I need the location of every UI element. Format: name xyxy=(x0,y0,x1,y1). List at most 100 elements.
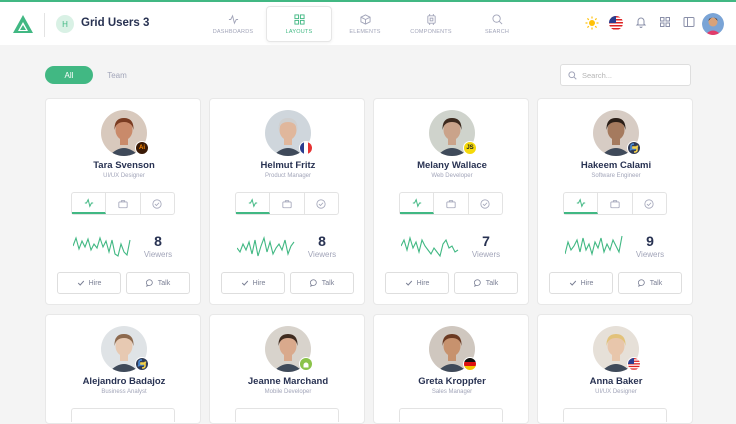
tab-activity[interactable] xyxy=(236,193,271,214)
sparkline-chart xyxy=(73,236,131,257)
cpu-icon xyxy=(426,13,436,25)
sun-icon[interactable] xyxy=(585,16,599,30)
activity-icon xyxy=(248,197,257,208)
tab-check[interactable] xyxy=(141,193,174,214)
filter-team-button[interactable]: Team xyxy=(93,66,141,84)
tab-elements[interactable]: ELEMENTS xyxy=(332,6,398,42)
user-card: Helmut Fritz Product Manager 8 Viewers Hire T… xyxy=(209,98,365,305)
talk-label: Talk xyxy=(321,279,335,287)
user-role: Sales Manager xyxy=(431,389,473,395)
skill-badge-icon: JS xyxy=(463,141,477,155)
user-name: Jeanne Marchand xyxy=(247,376,329,387)
user-card: Hakeem Calami Software Engineer 9 Viewers Hi… xyxy=(537,98,693,305)
check-circle-icon xyxy=(644,198,654,209)
top-navbar: H Grid Users 3 DASHBOARDS LAYOUTS ELEMEN… xyxy=(0,0,736,45)
check-icon xyxy=(569,280,576,286)
tab-search[interactable]: SEARCH xyxy=(464,6,530,42)
user-avatar[interactable] xyxy=(702,13,724,35)
viewers-label: Viewers xyxy=(471,250,501,259)
app-badge: H xyxy=(56,15,74,33)
user-name: Helmut Fritz xyxy=(260,160,316,171)
talk-label: Talk xyxy=(157,279,171,287)
search-input[interactable] xyxy=(582,69,682,81)
viewers-count: 9 xyxy=(646,233,654,249)
apps-grid-icon[interactable] xyxy=(659,16,671,28)
hire-label: Hire xyxy=(580,279,594,287)
tab-activity[interactable] xyxy=(400,193,435,214)
viewers-count: 8 xyxy=(154,233,162,249)
tab-label: DASHBOARDS xyxy=(212,28,254,35)
tab-activity[interactable] xyxy=(564,193,599,214)
box-icon xyxy=(359,13,371,25)
skill-badge-icon xyxy=(135,357,149,371)
grid-icon xyxy=(293,13,305,25)
user-card: JS Melany Wallace Web Developer 7 Viewers Hir… xyxy=(373,98,529,305)
hire-button[interactable]: Hire xyxy=(549,272,613,294)
check-icon xyxy=(405,280,412,286)
briefcase-icon xyxy=(118,199,128,208)
user-name: Melany Wallace xyxy=(417,160,487,171)
talk-button[interactable]: Talk xyxy=(290,272,354,294)
card-tabs xyxy=(563,192,667,215)
sidebar-icon[interactable] xyxy=(683,16,695,28)
tab-check[interactable] xyxy=(469,193,502,214)
chat-icon xyxy=(309,279,317,287)
bell-icon[interactable] xyxy=(635,16,647,28)
chat-icon xyxy=(473,279,481,287)
user-card: Greta Kroppfer Sales Manager xyxy=(373,314,529,424)
sparkline-chart xyxy=(401,235,459,258)
page-title: Grid Users 3 xyxy=(81,17,150,29)
card-tabs xyxy=(235,408,339,422)
search-icon xyxy=(491,13,502,24)
search-icon xyxy=(568,71,577,80)
user-role: UI/UX Designer xyxy=(595,389,637,395)
main-nav: DASHBOARDS LAYOUTS ELEMENTS COMPONENTS S… xyxy=(200,6,530,44)
tab-briefcase[interactable] xyxy=(434,193,469,214)
briefcase-icon xyxy=(282,199,292,208)
hire-button[interactable]: Hire xyxy=(57,272,121,294)
user-name: Hakeem Calami xyxy=(580,160,652,171)
user-name: Tara Svenson xyxy=(93,160,155,171)
tab-briefcase[interactable] xyxy=(106,193,141,214)
user-card: Alejandro Badajoz Business Analyst xyxy=(45,314,201,424)
skill-badge-icon xyxy=(299,141,313,155)
briefcase-icon xyxy=(446,199,456,208)
card-tabs xyxy=(399,408,503,422)
talk-button[interactable]: Talk xyxy=(126,272,190,294)
user-name: Greta Kroppfer xyxy=(418,376,486,387)
tab-dashboards[interactable]: DASHBOARDS xyxy=(200,6,266,42)
user-role: UI/UX Designer xyxy=(103,173,145,179)
viewers-label: Viewers xyxy=(635,250,665,259)
viewers-label: Viewers xyxy=(307,250,337,259)
sparkline-chart xyxy=(237,236,295,257)
logo-icon[interactable] xyxy=(12,14,34,34)
tab-check[interactable] xyxy=(305,193,338,214)
tab-briefcase[interactable] xyxy=(598,193,633,214)
hire-label: Hire xyxy=(88,279,102,287)
user-card: Ai Tara Svenson UI/UX Designer 8 Viewers Hire… xyxy=(45,98,201,305)
talk-label: Talk xyxy=(649,279,663,287)
viewers-count: 7 xyxy=(482,233,490,249)
check-icon xyxy=(241,280,248,286)
talk-button[interactable]: Talk xyxy=(618,272,682,294)
tab-activity[interactable] xyxy=(72,193,107,214)
filter-pills: All Team xyxy=(45,66,141,84)
talk-button[interactable]: Talk xyxy=(454,272,518,294)
activity-icon xyxy=(576,197,585,208)
card-tabs xyxy=(71,408,175,422)
sparkline-chart xyxy=(565,235,623,257)
filter-all-button[interactable]: All xyxy=(45,66,93,84)
us-flag-icon[interactable] xyxy=(609,16,623,30)
tab-label: COMPONENTS xyxy=(410,28,452,35)
tab-briefcase[interactable] xyxy=(270,193,305,214)
search-box xyxy=(560,64,691,86)
user-role: Web Developer xyxy=(431,173,473,179)
divider xyxy=(44,13,45,37)
hire-button[interactable]: Hire xyxy=(221,272,285,294)
tab-components[interactable]: COMPONENTS xyxy=(398,6,464,42)
tab-label: LAYOUTS xyxy=(285,28,313,35)
talk-label: Talk xyxy=(485,279,499,287)
tab-layouts[interactable]: LAYOUTS xyxy=(266,6,332,42)
tab-check[interactable] xyxy=(633,193,666,214)
hire-button[interactable]: Hire xyxy=(385,272,449,294)
